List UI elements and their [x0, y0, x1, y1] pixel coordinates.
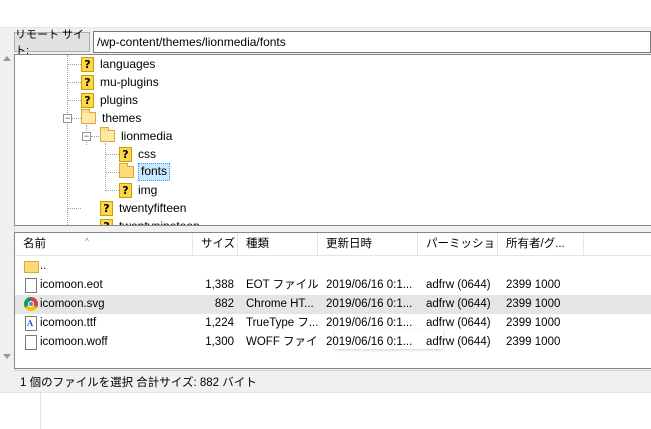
- question-folder-icon: ?: [81, 74, 94, 90]
- tree-item-themes[interactable]: themes: [81, 109, 143, 127]
- tree-item-img[interactable]: ? img: [119, 181, 159, 199]
- tree-item-languages[interactable]: ? languages: [81, 55, 157, 73]
- tree-item-fonts[interactable]: fonts: [119, 163, 171, 181]
- question-folder-icon: ?: [119, 146, 132, 162]
- column-label: 名前: [23, 238, 46, 250]
- file-icon: [25, 278, 37, 293]
- file-size: 1,388: [205, 279, 234, 291]
- tree-item-css[interactable]: ? css: [119, 145, 158, 163]
- tree-item-twentynineteen[interactable]: ? twentynineteen: [100, 217, 202, 226]
- tree-item-label: fonts: [138, 163, 171, 181]
- open-folder-icon: [81, 109, 96, 124]
- file-row[interactable]: icomoon.ttf 1,224 TrueType フ... 2019/06/…: [15, 314, 651, 333]
- tree-item-label: img: [138, 183, 158, 197]
- column-header-size[interactable]: サイズ: [193, 233, 238, 255]
- file-type: WOFF ファイ...: [246, 336, 318, 348]
- tree-item-label: languages: [100, 57, 156, 71]
- file-modified: 2019/06/16 0:1...: [326, 279, 413, 291]
- file-list-header: 名前 ^ サイズ 種類 更新日時 パーミッション 所有者/グ...: [15, 233, 651, 256]
- tree-item-label: twentyfifteen: [119, 201, 187, 215]
- left-scrollbar[interactable]: [0, 54, 15, 392]
- tree-item-label: lionmedia: [121, 129, 173, 143]
- file-row[interactable]: icomoon.woff 1,300 WOFF ファイ... 2019/06/1…: [15, 333, 651, 352]
- file-icon: [25, 335, 37, 350]
- folder-icon: [119, 163, 134, 178]
- remote-address-bar: リモート サイト: /wp-content/themes/lionmedia/f…: [14, 29, 651, 57]
- column-header-modified[interactable]: 更新日時: [318, 233, 418, 255]
- file-type: TrueType フ...: [246, 317, 318, 329]
- remote-site-label: リモート サイト:: [14, 29, 90, 57]
- font-file-icon: [25, 316, 37, 331]
- file-name: icomoon.svg: [40, 298, 105, 310]
- remote-file-list[interactable]: 名前 ^ サイズ 種類 更新日時 パーミッション 所有者/グ... .. ico…: [14, 232, 651, 369]
- file-owner: 2399 1000: [506, 336, 561, 348]
- tree-item-mu-plugins[interactable]: ? mu-plugins: [81, 73, 161, 91]
- file-owner: 2399 1000: [506, 279, 561, 291]
- file-size: 1,224: [205, 317, 234, 329]
- file-permissions: adfrw (0644): [426, 279, 491, 291]
- file-modified: 2019/06/16 0:1...: [326, 336, 413, 348]
- tree-item-label: css: [138, 147, 156, 161]
- file-size: 882: [214, 298, 234, 310]
- file-name: icomoon.woff: [40, 336, 108, 348]
- collapse-themes-icon[interactable]: −: [63, 114, 72, 123]
- status-bar: 1 個のファイルを選択 合計サイズ: 882 バイト: [14, 370, 651, 392]
- status-text: 1 個のファイルを選択 合計サイズ: 882 バイト: [20, 376, 257, 389]
- column-header-owner[interactable]: 所有者/グ...: [498, 233, 584, 255]
- question-folder-icon: ?: [119, 182, 132, 198]
- file-type: Chrome HT...: [246, 298, 314, 310]
- column-header-type[interactable]: 種類: [238, 233, 318, 255]
- file-name: ..: [40, 260, 47, 272]
- tree-item-plugins[interactable]: ? plugins: [81, 91, 140, 109]
- file-row[interactable]: icomoon.eot 1,388 EOT ファイル 2019/06/16 0:…: [15, 276, 651, 295]
- scroll-down-arrow-icon[interactable]: [3, 354, 11, 359]
- chrome-icon: [24, 297, 38, 311]
- question-folder-icon: ?: [81, 92, 94, 108]
- open-folder-icon: [100, 127, 115, 142]
- panel-divider: [40, 393, 41, 429]
- file-modified: 2019/06/16 0:1...: [326, 298, 413, 310]
- remote-path-input[interactable]: /wp-content/themes/lionmedia/fonts: [93, 31, 651, 53]
- file-row-parent[interactable]: ..: [15, 257, 651, 276]
- file-size: 1,300: [205, 336, 234, 348]
- file-owner: 2399 1000: [506, 298, 561, 310]
- tree-item-label: plugins: [100, 93, 139, 107]
- tree-item-label: twentynineteen: [119, 219, 200, 226]
- file-row-selected[interactable]: icomoon.svg 882 Chrome HT... 2019/06/16 …: [15, 295, 651, 314]
- file-name: icomoon.ttf: [40, 317, 97, 329]
- sort-ascending-icon: ^: [85, 237, 89, 246]
- column-header-permissions[interactable]: パーミッション: [418, 233, 498, 255]
- file-permissions: adfrw (0644): [426, 298, 491, 310]
- tree-item-lionmedia[interactable]: lionmedia: [100, 127, 174, 145]
- file-permissions: adfrw (0644): [426, 336, 491, 348]
- collapse-lionmedia-icon[interactable]: −: [82, 132, 91, 141]
- question-folder-icon: ?: [100, 218, 113, 225]
- file-owner: 2399 1000: [506, 317, 561, 329]
- folder-icon: [24, 261, 39, 273]
- scroll-up-arrow-icon[interactable]: [3, 56, 11, 61]
- file-type: EOT ファイル: [246, 279, 318, 291]
- remote-directory-tree[interactable]: − − ? languages ? mu-plugins ? plugins t…: [14, 54, 651, 226]
- column-header-name[interactable]: 名前 ^: [15, 233, 193, 255]
- tree-item-label: mu-plugins: [100, 75, 159, 89]
- tree-item-label: themes: [102, 111, 142, 125]
- question-folder-icon: ?: [100, 200, 113, 216]
- bottom-panel: [0, 392, 651, 429]
- tree-item-twentyfifteen[interactable]: ? twentyfifteen: [100, 199, 188, 217]
- top-strip: [0, 0, 651, 28]
- file-name: icomoon.eot: [40, 279, 103, 291]
- question-folder-icon: ?: [81, 56, 94, 72]
